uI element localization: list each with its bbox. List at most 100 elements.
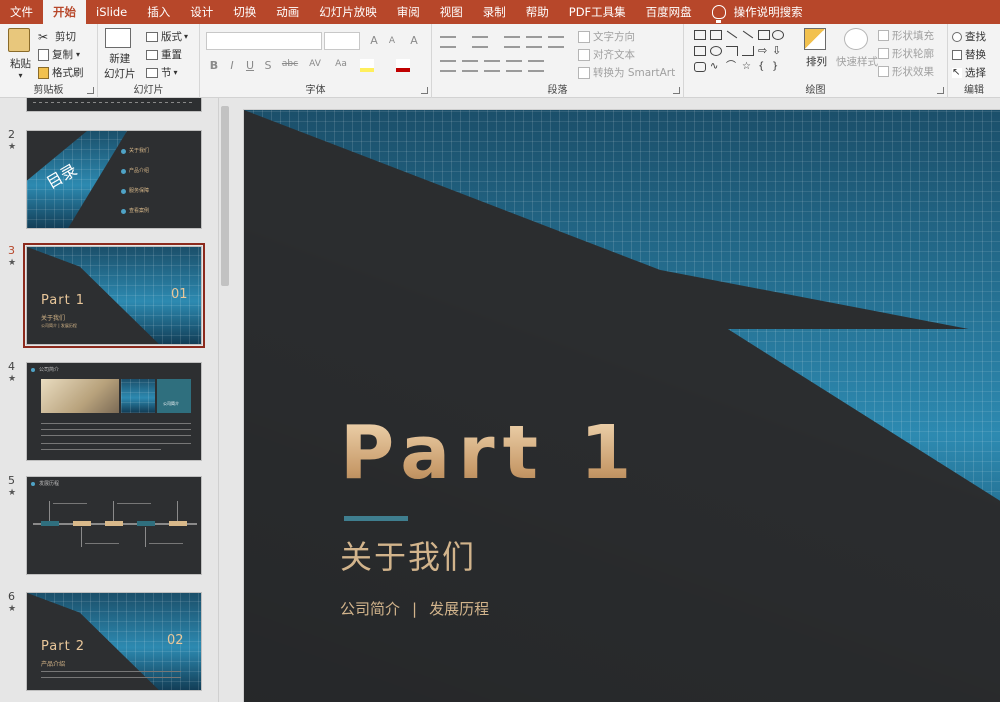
- slide-subtitle[interactable]: 关于我们: [340, 532, 476, 578]
- rectangle-shape-icon[interactable]: [694, 46, 706, 56]
- tab-home[interactable]: 开始: [43, 0, 86, 24]
- elbow-arrow-icon[interactable]: [742, 46, 754, 56]
- layout-button[interactable]: 版式 ▾: [146, 29, 188, 44]
- slide-title[interactable]: Part 1: [340, 410, 639, 496]
- slide-thumbnail-6[interactable]: Part 2 02 产品介绍: [26, 592, 202, 691]
- brace-right-shape-icon[interactable]: }: [772, 62, 784, 72]
- slide-thumbnail-2[interactable]: 目录 关于我们 产品介绍 服务保障 查看案例: [26, 130, 202, 229]
- arc-shape-icon[interactable]: ⌒: [726, 62, 738, 72]
- dialog-launcher-icon[interactable]: [87, 87, 94, 94]
- tab-pdf-tools[interactable]: PDF工具集: [559, 0, 636, 24]
- line-spacing-icon[interactable]: [548, 36, 564, 48]
- tab-help[interactable]: 帮助: [516, 0, 559, 24]
- select-button[interactable]: ↖ 选择: [952, 65, 986, 80]
- elbow-connector-icon[interactable]: [726, 46, 738, 56]
- slide-editor-canvas[interactable]: Part 1 关于我们 公司简介 | 发展历程: [230, 98, 1000, 702]
- shape-effects-label: 形状效果: [892, 66, 934, 78]
- slide-thumbnail-4[interactable]: 公司简介 公司简介: [26, 362, 202, 461]
- justify-icon[interactable]: [506, 60, 522, 72]
- change-case-button[interactable]: Aa: [330, 59, 352, 69]
- rectangle-shape-icon[interactable]: [758, 30, 770, 40]
- tab-islide[interactable]: iSlide: [86, 0, 137, 24]
- right-arrow-shape-icon[interactable]: ⇨: [758, 45, 770, 56]
- smartart-button[interactable]: 转换为 SmartArt: [578, 65, 675, 80]
- dialog-launcher-icon[interactable]: [937, 87, 944, 94]
- shrink-font-button[interactable]: A: [384, 36, 400, 46]
- numbering-icon[interactable]: [472, 36, 488, 48]
- star-shape-icon[interactable]: ☆: [742, 62, 754, 72]
- company-intro-text[interactable]: 公司简介: [340, 600, 400, 618]
- clear-format-button[interactable]: A: [406, 34, 422, 47]
- cut-button[interactable]: ✂ 剪切: [38, 29, 76, 44]
- text-shadow-button[interactable]: S: [260, 59, 276, 72]
- shapes-gallery[interactable]: ⇨ ⇩ ∿ ⌒ ☆ { }: [692, 28, 788, 76]
- find-button[interactable]: 查找: [952, 29, 986, 44]
- line-shape-icon[interactable]: [726, 30, 738, 39]
- tab-slideshow[interactable]: 幻灯片放映: [309, 0, 387, 24]
- tab-record[interactable]: 录制: [473, 0, 516, 24]
- find-label: 查找: [965, 31, 986, 43]
- new-slide-button[interactable]: 新建 幻灯片: [104, 28, 136, 81]
- align-left-icon[interactable]: [440, 60, 456, 72]
- replace-button[interactable]: 替换: [952, 47, 986, 62]
- brace-shape-icon[interactable]: {: [758, 62, 770, 72]
- grow-font-button[interactable]: A: [366, 34, 382, 47]
- columns-icon[interactable]: [528, 60, 544, 72]
- section-button[interactable]: 节 ▾: [146, 65, 178, 80]
- slide-thumbnail-5[interactable]: 发展历程: [26, 476, 202, 575]
- tab-file[interactable]: 文件: [0, 0, 43, 24]
- tab-transitions[interactable]: 切换: [223, 0, 266, 24]
- clipboard-group: 粘贴 ▾ ✂ 剪切 复制 ▾ 格式刷 剪贴板: [0, 24, 98, 98]
- dialog-launcher-icon[interactable]: [673, 87, 680, 94]
- quick-styles-button[interactable]: 快速样式: [836, 28, 878, 69]
- vertical-textbox-shape-icon[interactable]: [710, 30, 722, 40]
- down-arrow-shape-icon[interactable]: ⇩: [772, 45, 784, 56]
- slide-thumbnail-3[interactable]: Part 1 01 关于我们 公司简介 | 发展历程: [23, 243, 205, 348]
- copy-button[interactable]: 复制 ▾: [38, 47, 80, 62]
- textbox-shape-icon[interactable]: [694, 30, 706, 40]
- slide-thumbnail-1[interactable]: [26, 98, 202, 112]
- bold-button[interactable]: B: [206, 59, 222, 72]
- slide-thumbnails-pane[interactable]: 2 ★ 目录 关于我们 产品介绍 服务保障 查看案例 3 ★ Part 1 01…: [0, 98, 218, 702]
- underline-button[interactable]: U: [242, 59, 258, 72]
- tab-animations[interactable]: 动画: [266, 0, 309, 24]
- shape-outline-button[interactable]: 形状轮廓: [878, 46, 934, 61]
- oval-shape-icon[interactable]: [772, 30, 784, 40]
- history-text[interactable]: 发展历程: [429, 600, 489, 618]
- font-color-icon[interactable]: [396, 59, 410, 72]
- bullets-icon[interactable]: [440, 36, 456, 48]
- highlight-icon[interactable]: [360, 59, 374, 72]
- shape-fill-button[interactable]: 形状填充: [878, 28, 934, 43]
- reset-button[interactable]: 重置: [146, 47, 182, 62]
- text-direction-button[interactable]: 文字方向: [578, 29, 635, 44]
- tab-review[interactable]: 审阅: [387, 0, 430, 24]
- circle-shape-icon[interactable]: [710, 46, 722, 56]
- tab-view[interactable]: 视图: [430, 0, 473, 24]
- decrease-indent-icon[interactable]: [504, 36, 520, 48]
- font-name-combo[interactable]: [206, 32, 322, 50]
- tab-baidu-netdisk[interactable]: 百度网盘: [636, 0, 702, 24]
- strikethrough-button[interactable]: abc: [278, 59, 302, 69]
- current-slide[interactable]: Part 1 关于我们 公司简介 | 发展历程: [244, 110, 1000, 702]
- shape-effects-button[interactable]: 形状效果: [878, 64, 934, 79]
- tell-me-search[interactable]: 操作说明搜索: [702, 4, 803, 23]
- format-painter-button[interactable]: 格式刷: [38, 65, 84, 80]
- arrow-shape-icon[interactable]: [742, 30, 754, 39]
- arrange-button[interactable]: 排列: [804, 28, 829, 69]
- font-size-combo[interactable]: [324, 32, 360, 50]
- increase-indent-icon[interactable]: [526, 36, 542, 48]
- tab-design[interactable]: 设计: [180, 0, 223, 24]
- scrollbar-thumb[interactable]: [221, 106, 229, 286]
- italic-button[interactable]: I: [224, 59, 240, 72]
- tab-insert[interactable]: 插入: [137, 0, 180, 24]
- thumbnails-scrollbar[interactable]: [218, 98, 230, 702]
- curve-shape-icon[interactable]: ∿: [710, 62, 722, 72]
- align-right-icon[interactable]: [484, 60, 500, 72]
- paste-button[interactable]: 粘贴 ▾: [8, 28, 33, 80]
- align-text-button[interactable]: 对齐文本: [578, 47, 635, 62]
- align-center-icon[interactable]: [462, 60, 478, 72]
- dialog-launcher-icon[interactable]: [421, 87, 428, 94]
- section-links[interactable]: 公司简介 | 发展历程: [340, 598, 489, 619]
- char-spacing-button[interactable]: AV: [304, 59, 326, 69]
- rounded-shape-icon[interactable]: [694, 62, 706, 72]
